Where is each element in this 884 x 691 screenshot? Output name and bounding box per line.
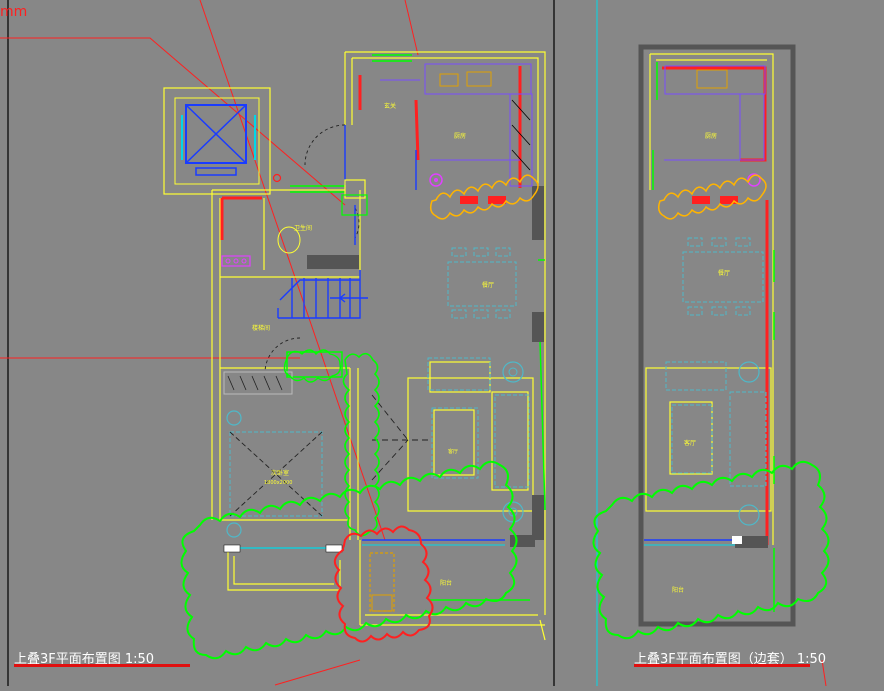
plan-right-title-underline (634, 664, 810, 667)
revision-cloud-red (333, 525, 434, 643)
room-labels-left: 玄关 厨房 卫生间 餐厅 楼梯间 次卧室 1800x2000 客厅 阳台 (252, 102, 494, 587)
room-label-kitchen: 厨房 (454, 132, 466, 140)
room-label-xuanguan: 玄关 (384, 102, 396, 110)
dining-table (427, 247, 530, 488)
right-room-label-living: 客厅 (684, 439, 696, 447)
right-room-label-dining: 餐厅 (718, 269, 730, 277)
room-label-living: 客厅 (448, 448, 458, 455)
right-room-label-kitchen: 厨房 (705, 132, 717, 140)
drawing-canvas[interactable]: mm 玄关 厨房 卫生间 餐厅 楼梯间 次卧室 1800x2000 客厅 阳台 … (0, 0, 884, 687)
plan-left (163, 51, 546, 660)
wardrobe (223, 371, 293, 395)
room-label-hall: 楼梯间 (252, 324, 270, 332)
right-room-label-balcony: 阳台 (672, 586, 684, 594)
unit-label: mm (0, 4, 28, 20)
room-label-bathroom: 卫生间 (294, 224, 312, 232)
room-label-dining: 餐厅 (482, 281, 494, 289)
cad-plan-svg: 玄关 厨房 卫生间 餐厅 楼梯间 次卧室 1800x2000 客厅 阳台 厨房 … (0, 0, 830, 687)
leader-lines (0, 0, 827, 687)
revision-cloud-balcony (180, 460, 518, 660)
room-label-bed-size: 1800x2000 (264, 480, 292, 486)
room-label-bedroom: 次卧室 (271, 469, 289, 477)
revision-cloud-kitchen (429, 174, 539, 220)
room-label-balcony: 阳台 (440, 579, 452, 587)
plan-left-title-underline (14, 664, 190, 667)
